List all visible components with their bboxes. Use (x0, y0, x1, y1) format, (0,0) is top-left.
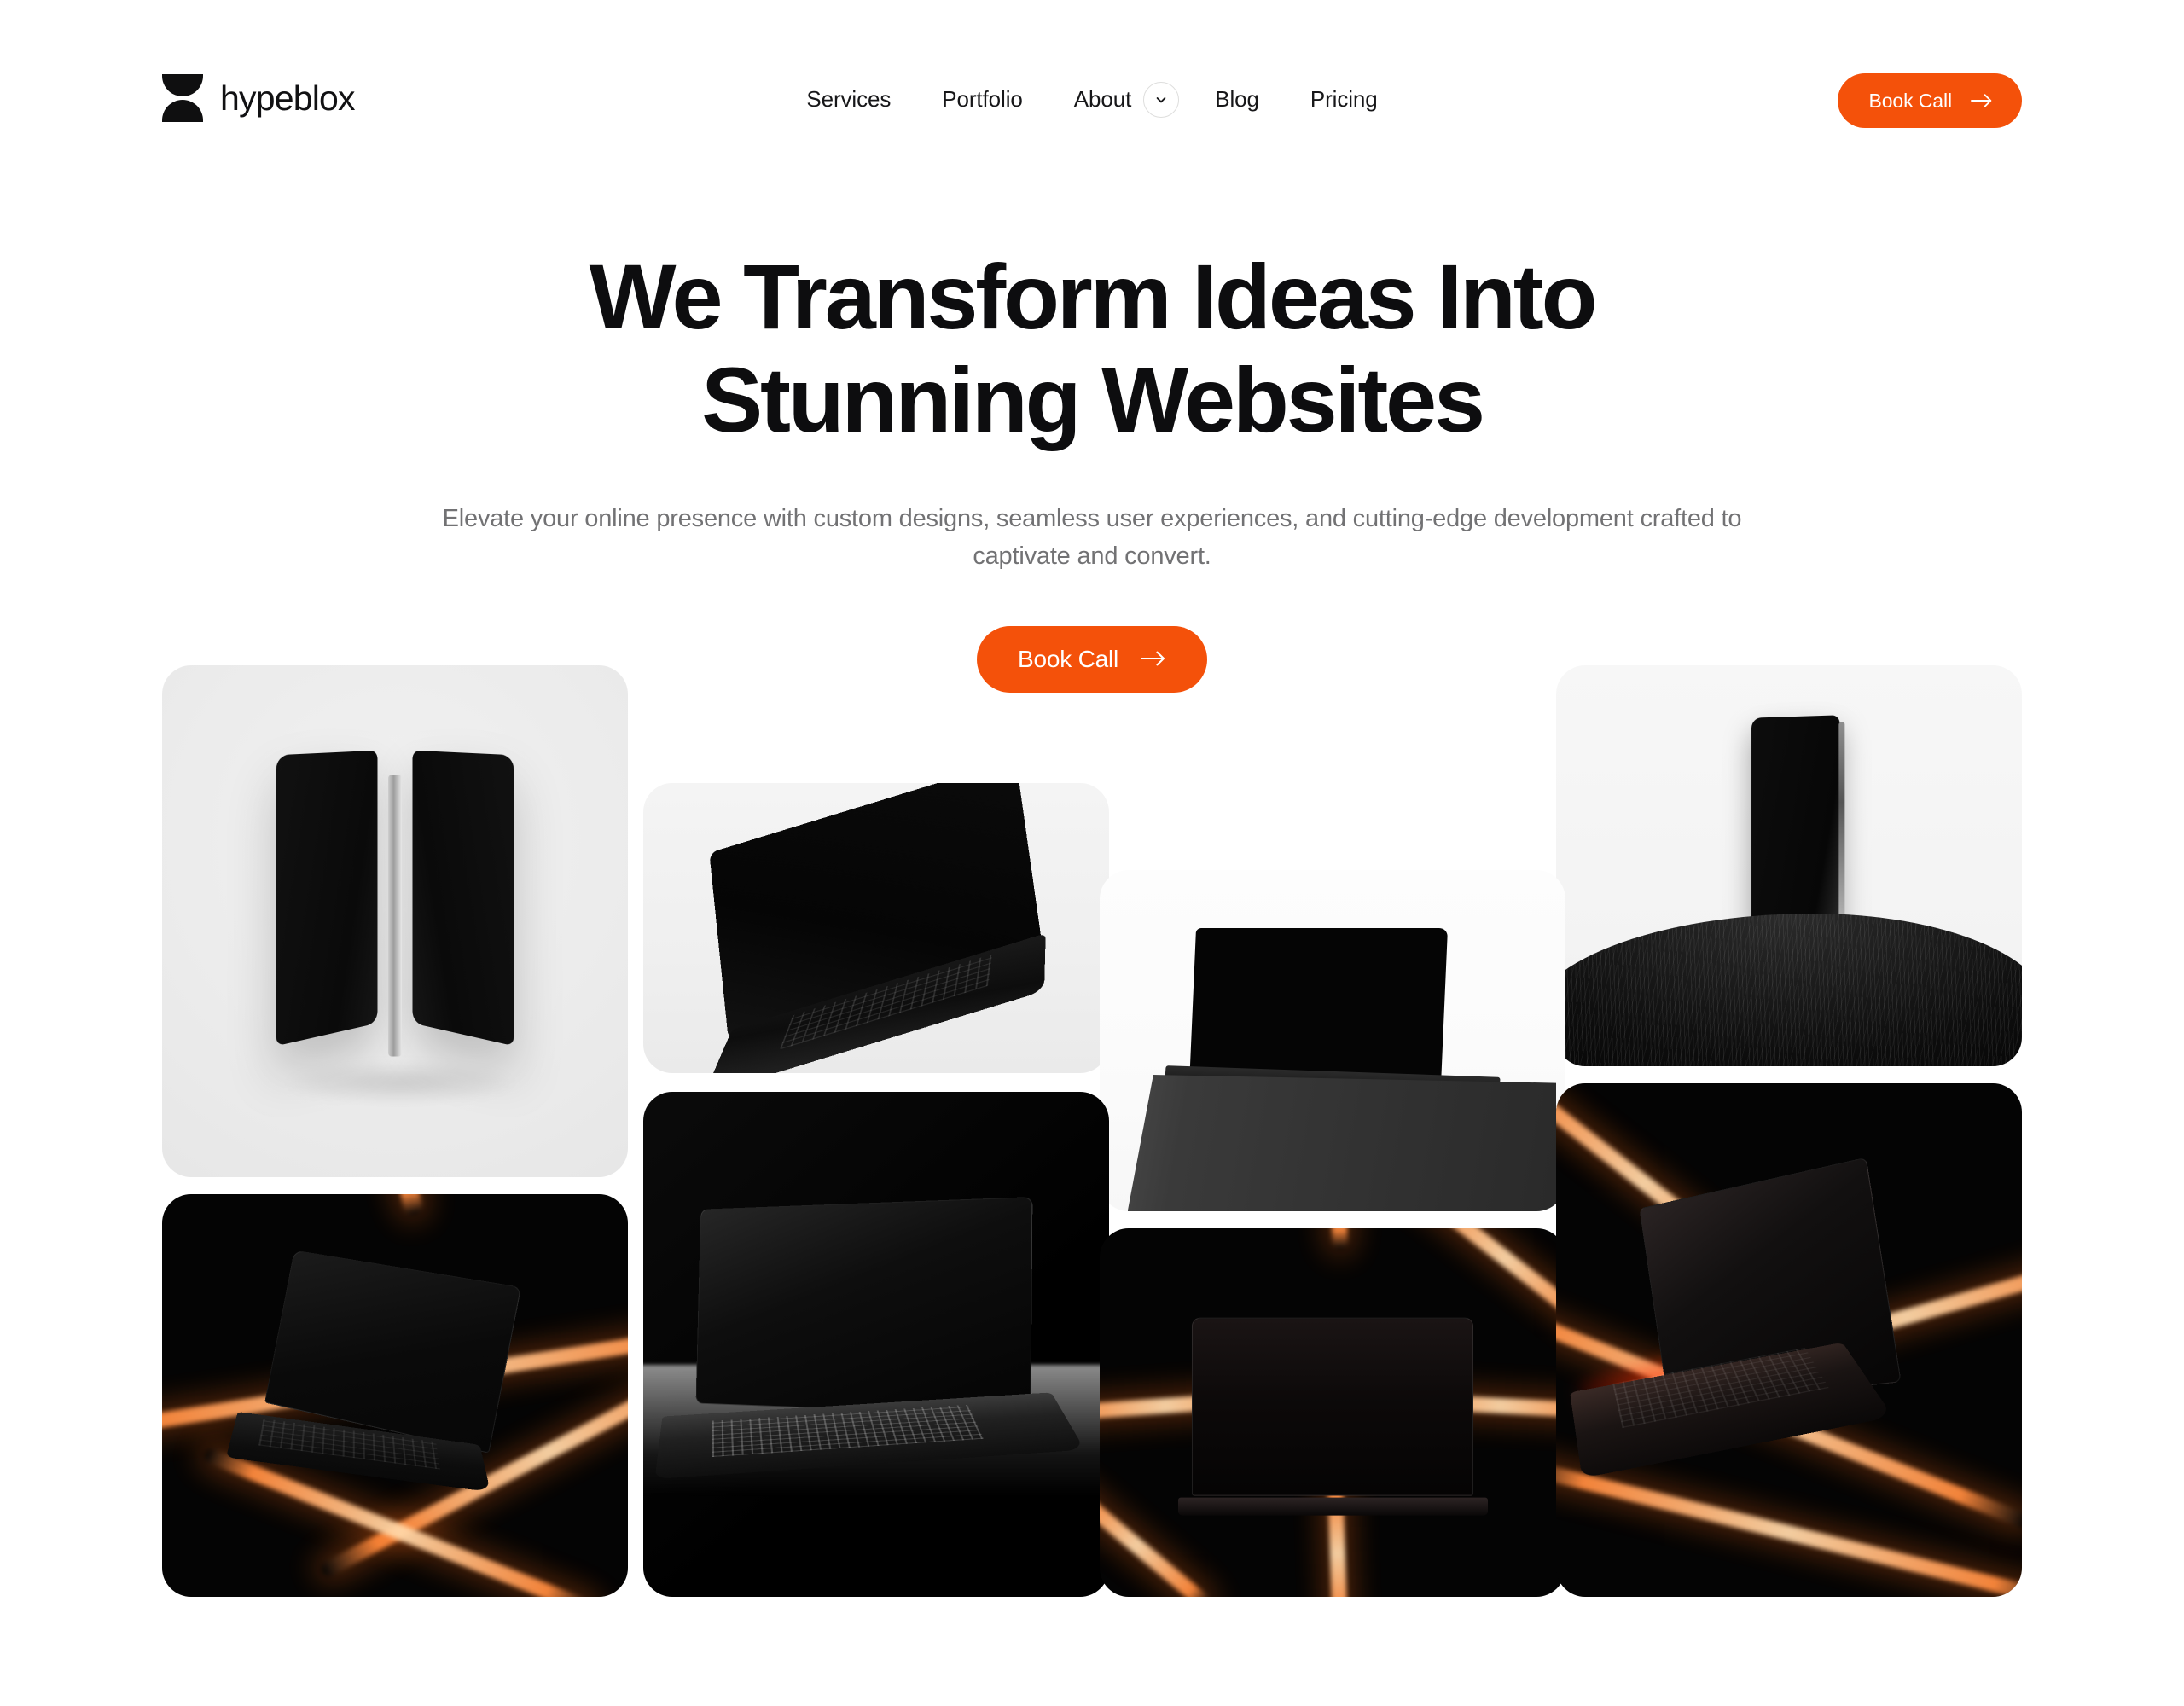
site-header: hypeblox Services Portfolio About Blog P… (0, 0, 2184, 212)
tile-image-laptop-spotlight (643, 1092, 1109, 1597)
nav-item-portfolio[interactable]: Portfolio (916, 81, 1048, 118)
gallery-tile-laptop-on-plinth[interactable]: Black laptop resting on a dark concrete … (1100, 870, 1565, 1211)
nav-item-about[interactable]: About (1048, 81, 1189, 118)
hero-title-line-1: We Transform Ideas Into (589, 245, 1598, 348)
gallery-tile-laptop-lasers-right[interactable]: Open laptop crossed by bright orange las… (1556, 1083, 2022, 1597)
portfolio-gallery: Foldable black phone standing open on li… (162, 665, 2022, 1629)
header-book-call-label: Book Call (1868, 89, 1952, 112)
nav-item-blog[interactable]: Blog (1189, 81, 1285, 118)
gallery-tile-phone-on-fur[interactable]: Black phone standing upright on dark fur… (1556, 665, 2022, 1066)
hero-title-line-2: Stunning Websites (701, 347, 1485, 451)
tile-image-laptop-front-lasers (1100, 1228, 1565, 1597)
gallery-tile-tilted-laptop[interactable]: Black laptop tilted at an angle on light… (643, 783, 1109, 1073)
gallery-tile-laptop-front-lasers[interactable]: Laptop viewed head-on with orange laser … (1100, 1228, 1565, 1597)
tile-image-phone-on-fur (1556, 665, 2022, 1066)
arrow-right-icon (1971, 93, 1993, 108)
page-title: We Transform Ideas Into Stunning Website… (367, 245, 1817, 452)
gallery-tile-foldable-phone[interactable]: Foldable black phone standing open on li… (162, 665, 628, 1177)
gallery-tile-laptop-lasers-left[interactable]: Black laptop floating among orange laser… (162, 1194, 628, 1597)
nav-item-services[interactable]: Services (781, 81, 916, 118)
nav-item-about-label[interactable]: About (1048, 81, 1132, 118)
tile-image-laptop-lasers-left (162, 1194, 628, 1597)
hero-subtitle: Elevate your online presence with custom… (442, 504, 1742, 570)
nav-item-pricing[interactable]: Pricing (1285, 81, 1403, 118)
tile-image-tilted-laptop (643, 783, 1109, 1073)
brand-logo[interactable]: hypeblox (162, 70, 356, 126)
hourglass-logo-icon (162, 74, 203, 122)
brand-name: hypeblox (220, 78, 356, 118)
tile-image-laptop-lasers-right (1556, 1083, 2022, 1597)
header-book-call-button[interactable]: Book Call (1838, 73, 2022, 128)
tile-image-foldable-phone (162, 665, 628, 1177)
tile-image-laptop-on-plinth (1100, 870, 1565, 1211)
chevron-down-icon[interactable] (1143, 81, 1180, 118)
hero-section: We Transform Ideas Into Stunning Website… (0, 245, 2184, 693)
gallery-tile-laptop-spotlight[interactable]: Open laptop dramatically lit on a dark s… (643, 1092, 1109, 1597)
